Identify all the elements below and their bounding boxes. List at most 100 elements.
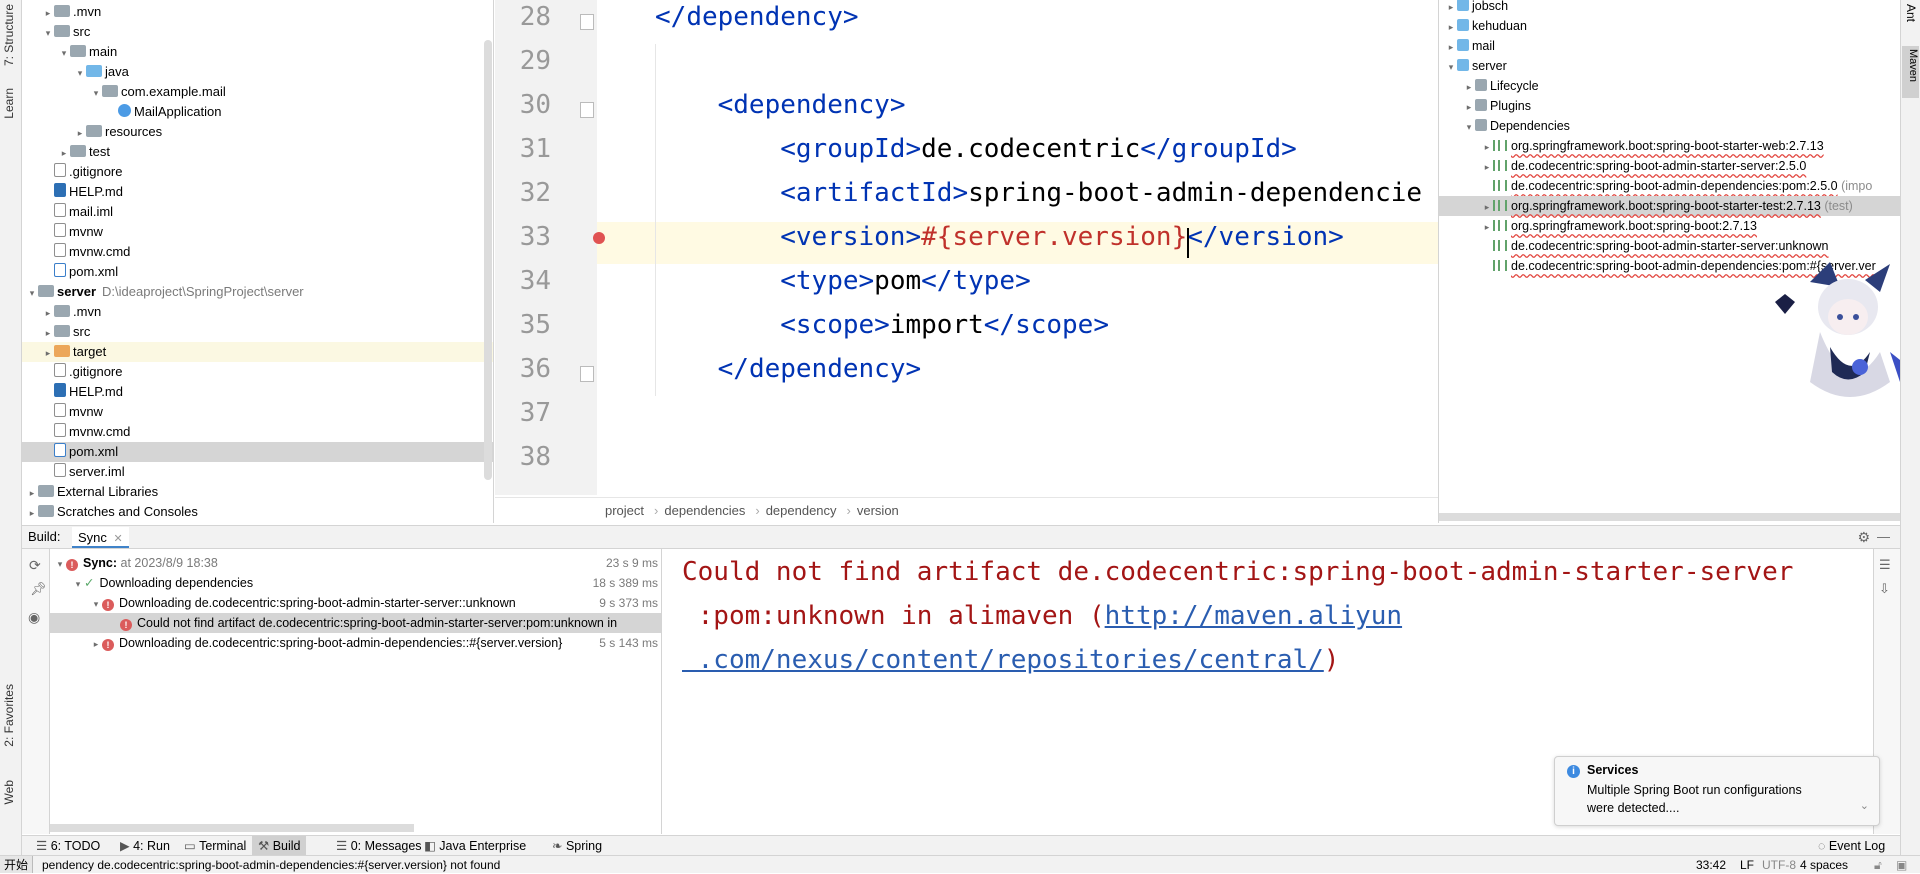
code-line[interactable]: <type>pom</type> — [655, 266, 1031, 296]
expanded-arrow-icon[interactable]: ▾ — [90, 594, 102, 614]
tree-item[interactable]: MailApplication — [22, 102, 493, 122]
bottom-tab[interactable]: ▶ 4: Run — [114, 836, 176, 856]
maven-tree-item[interactable]: ▸ Plugins — [1439, 96, 1920, 116]
error-bulb-icon[interactable] — [593, 232, 605, 244]
collapsed-arrow-icon[interactable]: ▸ — [1481, 157, 1493, 177]
soft-wrap-icon[interactable]: ☰ — [1879, 557, 1891, 573]
close-icon[interactable]: ✕ — [114, 533, 123, 545]
breadcrumb-item[interactable]: dependency — [766, 503, 837, 518]
collapsed-arrow-icon[interactable]: ▸ — [42, 3, 54, 23]
minimize-icon[interactable]: — — [1877, 526, 1890, 548]
expanded-arrow-icon[interactable]: ▾ — [72, 574, 84, 594]
lock-icon[interactable]: 🔓︎ — [1874, 856, 1882, 874]
code-line[interactable]: <scope>import</scope> — [655, 310, 1109, 340]
maven-tree-item[interactable]: de.codecentric:spring-boot-admin-starter… — [1439, 236, 1920, 256]
start-button[interactable]: 开始 — [0, 856, 34, 873]
memory-icon[interactable]: ▣ — [1896, 856, 1907, 874]
tree-item[interactable]: mvnw — [22, 222, 493, 242]
tree-item[interactable]: .gitignore — [22, 162, 493, 182]
bottom-tab[interactable]: ◧ Java Enterprise — [418, 836, 532, 856]
expanded-arrow-icon[interactable]: ▾ — [42, 23, 54, 43]
maven-tree-item[interactable]: ▸ mail — [1439, 36, 1920, 56]
eye-icon[interactable]: ◉ — [28, 609, 40, 626]
tree-item[interactable]: ▾ server D:\ideaproject\SpringProject\serv… — [22, 282, 493, 303]
expanded-arrow-icon[interactable]: ▾ — [26, 283, 38, 303]
tree-item[interactable]: ▾ src — [22, 22, 493, 43]
tree-item[interactable]: mvnw — [22, 402, 493, 422]
bottom-tab[interactable]: ☰ 0: Messages — [330, 836, 428, 856]
chevron-down-icon[interactable]: ⌄ — [1860, 799, 1869, 812]
ant-tool-tab[interactable]: Ant — [1904, 4, 1918, 22]
collapsed-arrow-icon[interactable]: ▸ — [58, 143, 70, 163]
maven-tree-item[interactable]: ▸ jobsch — [1439, 0, 1920, 16]
breadcrumb-item[interactable]: project — [605, 503, 644, 518]
fold-marker-icon[interactable] — [580, 14, 594, 30]
code-line[interactable]: </dependency> — [655, 354, 922, 384]
scroll-to-end-icon[interactable]: ⇩ — [1879, 581, 1890, 597]
maven-tree-item[interactable]: ▸ org.springframework.boot:spring-boot-st… — [1439, 196, 1920, 216]
tree-item[interactable]: ▸ External Libraries — [22, 482, 493, 503]
console-link-part-2[interactable]: .com/nexus/content/repositories/central/ — [682, 645, 1324, 675]
collapsed-arrow-icon[interactable]: ▸ — [42, 323, 54, 343]
indent-setting[interactable]: 4 spaces — [1800, 856, 1848, 874]
sync-icon[interactable]: ⟳ — [29, 557, 41, 574]
tree-item[interactable]: .gitignore — [22, 362, 493, 382]
tree-item[interactable]: ▸ target — [22, 342, 493, 363]
fold-marker-icon[interactable] — [580, 102, 594, 118]
tree-item[interactable]: ▸ Scratches and Consoles — [22, 502, 493, 523]
code-line[interactable]: <dependency> — [655, 90, 906, 120]
tree-item[interactable]: ▾ main — [22, 42, 493, 63]
tree-item[interactable]: pom.xml — [22, 262, 493, 282]
maven-tool-tab[interactable]: Maven — [1902, 46, 1919, 98]
expanded-arrow-icon[interactable]: ▾ — [58, 43, 70, 63]
build-tree-item[interactable]: ▾! Sync: at 2023/8/9 18:38 23 s 9 ms — [50, 553, 661, 573]
web-tool-tab[interactable]: Web — [2, 780, 16, 804]
tree-item[interactable]: ▾ com.example.mail — [22, 82, 493, 103]
tree-item[interactable]: mvnw.cmd — [22, 422, 493, 442]
collapsed-arrow-icon[interactable]: ▸ — [90, 634, 102, 654]
bottom-tab[interactable]: ◌ Event Log — [1812, 836, 1891, 856]
caret-position[interactable]: 33:42 — [1696, 856, 1726, 874]
collapsed-arrow-icon[interactable]: ▸ — [1481, 217, 1493, 237]
expanded-arrow-icon[interactable]: ▾ — [90, 83, 102, 103]
favorites-tool-tab[interactable]: 2: Favorites — [2, 684, 16, 747]
tree-item[interactable]: ▸ .mvn — [22, 302, 493, 323]
collapsed-arrow-icon[interactable]: ▸ — [26, 503, 38, 523]
tree-item[interactable]: ▸ .mvn — [22, 2, 493, 23]
maven-tree-item[interactable]: ▾ Dependencies — [1439, 116, 1920, 136]
tree-item[interactable]: HELP.md — [22, 182, 493, 202]
collapsed-arrow-icon[interactable]: ▸ — [1445, 17, 1457, 37]
collapsed-arrow-icon[interactable]: ▸ — [26, 483, 38, 503]
gear-icon[interactable]: ⚙ — [1857, 526, 1870, 548]
fold-marker-icon[interactable] — [580, 366, 594, 382]
tree-item[interactable]: ▸ src — [22, 322, 493, 343]
collapsed-arrow-icon[interactable]: ▸ — [1445, 37, 1457, 57]
expanded-arrow-icon[interactable]: ▾ — [1463, 117, 1475, 137]
line-separator[interactable]: LF — [1740, 856, 1754, 874]
structure-tool-tab[interactable]: 7: Structure — [2, 4, 16, 66]
code-line[interactable]: <version>#{server.version}</version> — [655, 222, 1344, 252]
tree-item[interactable]: mvnw.cmd — [22, 242, 493, 262]
tree-item[interactable]: ▸ resources — [22, 122, 493, 142]
tree-item[interactable]: HELP.md — [22, 382, 493, 402]
maven-tree-item[interactable]: de.codecentric:spring-boot-admin-depende… — [1439, 176, 1920, 196]
bottom-tab[interactable]: ❧ Spring — [546, 836, 608, 856]
bottom-tab[interactable]: ☰ 6: TODO — [30, 836, 106, 856]
expanded-arrow-icon[interactable]: ▾ — [1445, 57, 1457, 77]
code-line[interactable]: </dependency> — [655, 2, 859, 32]
collapsed-arrow-icon[interactable]: ▸ — [42, 303, 54, 323]
maven-tree-item[interactable]: ▸ org.springframework.boot:spring-boot-st… — [1439, 136, 1920, 156]
collapsed-arrow-icon[interactable]: ▸ — [42, 343, 54, 363]
build-tree-item[interactable]: ▾ ✓ Downloading dependencies 18 s 389 ms — [50, 573, 661, 594]
collapsed-arrow-icon[interactable]: ▸ — [1463, 77, 1475, 97]
pin-icon[interactable]: 📌︎ — [30, 581, 47, 597]
tree-item[interactable]: server.iml — [22, 462, 493, 482]
build-tab-sync[interactable]: Sync ✕ — [72, 527, 129, 548]
code-line[interactable]: <artifactId>spring-boot-admin-dependenci… — [655, 178, 1422, 208]
build-tree-item[interactable]: ▾! Downloading de.codecentric:spring-boot… — [50, 593, 661, 614]
tree-item[interactable]: ▾ java — [22, 62, 493, 82]
tree-item[interactable]: ▸ test — [22, 142, 493, 163]
code-editor[interactable]: 28 29 30 31 32 33 34 35 36 37 38 </dependency> <de… — [495, 0, 1438, 523]
build-tree-item[interactable]: ! Could not find artifact de.codecentric:… — [50, 613, 661, 633]
breadcrumb-item[interactable]: dependencies — [664, 503, 745, 518]
